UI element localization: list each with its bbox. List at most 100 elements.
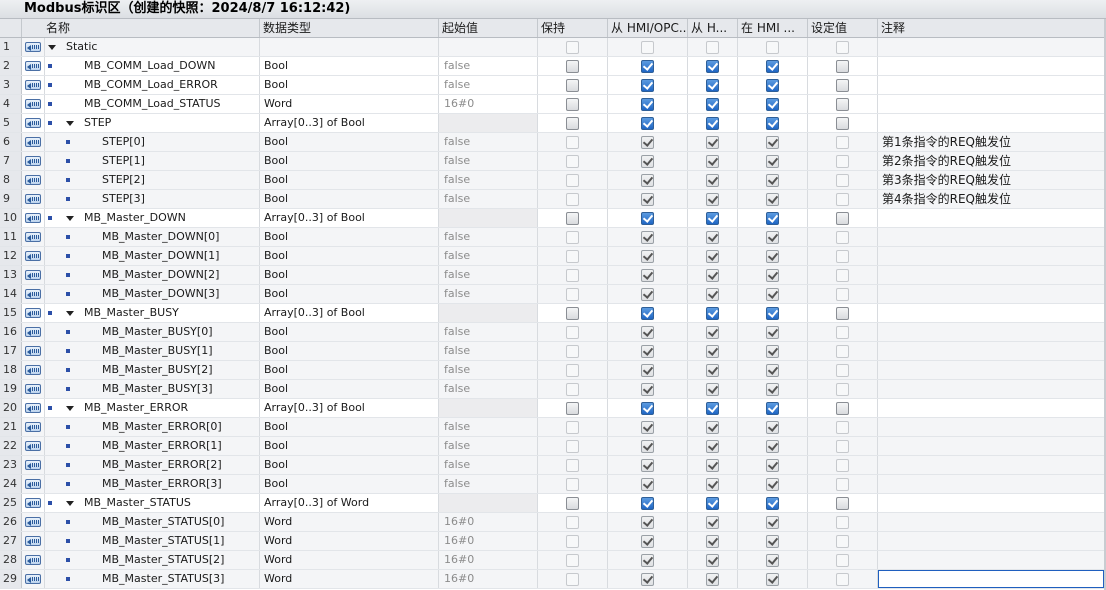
datatype-cell[interactable]: Bool bbox=[260, 266, 439, 284]
comment-cell[interactable] bbox=[878, 437, 1106, 455]
datatype-cell[interactable]: Array[0..3] of Bool bbox=[260, 304, 439, 322]
setpoint-checkbox[interactable] bbox=[836, 155, 849, 168]
setpoint-checkbox[interactable] bbox=[836, 136, 849, 149]
datatype-cell[interactable]: Bool bbox=[260, 133, 439, 151]
start-value-cell[interactable] bbox=[439, 399, 538, 417]
row-number[interactable]: 19 bbox=[0, 380, 22, 398]
column-header-datatype[interactable]: 数据类型 bbox=[260, 19, 439, 37]
hmi-visible-checkbox[interactable] bbox=[766, 383, 779, 396]
row-number[interactable]: 16 bbox=[0, 323, 22, 341]
hmi-access-checkbox[interactable] bbox=[641, 98, 654, 111]
table-row[interactable]: 28 MB_Master_STATUS[2] Word 16#0 bbox=[0, 551, 1106, 570]
setpoint-checkbox[interactable] bbox=[836, 288, 849, 301]
datatype-cell[interactable]: Bool bbox=[260, 247, 439, 265]
start-value-cell[interactable]: 16#0 bbox=[439, 551, 538, 569]
retain-checkbox[interactable] bbox=[566, 79, 579, 92]
setpoint-checkbox[interactable] bbox=[836, 269, 849, 282]
comment-cell[interactable] bbox=[878, 114, 1106, 132]
table-row[interactable]: 4 MB_COMM_Load_STATUS Word 16#0 bbox=[0, 95, 1106, 114]
hmi-write-checkbox[interactable] bbox=[706, 98, 719, 111]
retain-checkbox[interactable] bbox=[566, 383, 579, 396]
setpoint-checkbox[interactable] bbox=[836, 364, 849, 377]
datatype-cell[interactable]: Bool bbox=[260, 228, 439, 246]
name-cell[interactable]: MB_Master_BUSY[2] bbox=[45, 361, 260, 379]
retain-checkbox[interactable] bbox=[566, 212, 579, 225]
comment-cell[interactable] bbox=[878, 209, 1106, 227]
comment-cell[interactable] bbox=[878, 380, 1106, 398]
table-row[interactable]: 12 MB_Master_DOWN[1] Bool false bbox=[0, 247, 1106, 266]
datatype-cell[interactable]: Bool bbox=[260, 171, 439, 189]
row-number[interactable]: 10 bbox=[0, 209, 22, 227]
hmi-visible-checkbox[interactable] bbox=[766, 345, 779, 358]
name-cell[interactable]: MB_Master_DOWN[0] bbox=[45, 228, 260, 246]
hmi-visible-checkbox[interactable] bbox=[766, 98, 779, 111]
setpoint-checkbox[interactable] bbox=[836, 231, 849, 244]
table-row[interactable]: 1 Static bbox=[0, 38, 1106, 57]
datatype-cell[interactable]: Word bbox=[260, 513, 439, 531]
comment-cell[interactable] bbox=[878, 513, 1106, 531]
hmi-write-checkbox[interactable] bbox=[706, 554, 719, 567]
retain-checkbox[interactable] bbox=[566, 231, 579, 244]
table-row[interactable]: 13 MB_Master_DOWN[2] Bool false bbox=[0, 266, 1106, 285]
name-cell[interactable]: MB_Master_STATUS bbox=[45, 494, 260, 512]
datatype-cell[interactable]: Bool bbox=[260, 152, 439, 170]
start-value-cell[interactable]: false bbox=[439, 475, 538, 493]
setpoint-checkbox[interactable] bbox=[836, 193, 849, 206]
start-value-cell[interactable]: false bbox=[439, 76, 538, 94]
hmi-access-checkbox[interactable] bbox=[641, 212, 654, 225]
comment-cell[interactable] bbox=[878, 532, 1106, 550]
datatype-cell[interactable] bbox=[260, 38, 439, 56]
hmi-write-checkbox[interactable] bbox=[706, 212, 719, 225]
column-header-comment[interactable]: 注释 bbox=[878, 19, 1106, 37]
datatype-cell[interactable]: Bool bbox=[260, 418, 439, 436]
table-row[interactable]: 15 MB_Master_BUSY Array[0..3] of Bool bbox=[0, 304, 1106, 323]
name-cell[interactable]: MB_COMM_Load_DOWN bbox=[45, 57, 260, 75]
start-value-cell[interactable] bbox=[439, 114, 538, 132]
name-cell[interactable]: MB_Master_BUSY[1] bbox=[45, 342, 260, 360]
hmi-access-checkbox[interactable] bbox=[641, 402, 654, 415]
hmi-write-checkbox[interactable] bbox=[706, 516, 719, 529]
hmi-access-checkbox[interactable] bbox=[641, 269, 654, 282]
comment-cell[interactable]: 第4条指令的REQ触发位 bbox=[878, 190, 1106, 208]
setpoint-checkbox[interactable] bbox=[836, 345, 849, 358]
hmi-write-checkbox[interactable] bbox=[706, 459, 719, 472]
comment-cell[interactable] bbox=[878, 399, 1106, 417]
setpoint-checkbox[interactable] bbox=[836, 307, 849, 320]
start-value-cell[interactable]: false bbox=[439, 171, 538, 189]
setpoint-checkbox[interactable] bbox=[836, 573, 849, 586]
comment-cell[interactable] bbox=[878, 247, 1106, 265]
expand-arrow-icon[interactable] bbox=[66, 216, 74, 221]
comment-cell[interactable]: 第1条指令的REQ触发位 bbox=[878, 133, 1106, 151]
row-number[interactable]: 29 bbox=[0, 570, 22, 588]
hmi-visible-checkbox[interactable] bbox=[766, 307, 779, 320]
setpoint-checkbox[interactable] bbox=[836, 516, 849, 529]
row-number[interactable]: 13 bbox=[0, 266, 22, 284]
hmi-visible-checkbox[interactable] bbox=[766, 364, 779, 377]
hmi-write-checkbox[interactable] bbox=[706, 79, 719, 92]
start-value-cell[interactable]: false bbox=[439, 152, 538, 170]
row-number[interactable]: 22 bbox=[0, 437, 22, 455]
setpoint-checkbox[interactable] bbox=[836, 383, 849, 396]
name-cell[interactable]: MB_Master_STATUS[1] bbox=[45, 532, 260, 550]
retain-checkbox[interactable] bbox=[566, 459, 579, 472]
datatype-cell[interactable]: Bool bbox=[260, 76, 439, 94]
hmi-visible-checkbox[interactable] bbox=[766, 250, 779, 263]
setpoint-checkbox[interactable] bbox=[836, 497, 849, 510]
name-cell[interactable]: STEP[3] bbox=[45, 190, 260, 208]
hmi-access-checkbox[interactable] bbox=[641, 79, 654, 92]
hmi-access-checkbox[interactable] bbox=[641, 421, 654, 434]
setpoint-checkbox[interactable] bbox=[836, 459, 849, 472]
hmi-write-checkbox[interactable] bbox=[706, 231, 719, 244]
table-row[interactable]: 20 MB_Master_ERROR Array[0..3] of Bool bbox=[0, 399, 1106, 418]
setpoint-checkbox[interactable] bbox=[836, 212, 849, 225]
datatype-cell[interactable]: Bool bbox=[260, 437, 439, 455]
retain-checkbox[interactable] bbox=[566, 193, 579, 206]
hmi-visible-checkbox[interactable] bbox=[766, 402, 779, 415]
comment-cell[interactable] bbox=[878, 551, 1106, 569]
column-header-start-value[interactable]: 起始值 bbox=[439, 19, 538, 37]
datatype-cell[interactable]: Bool bbox=[260, 456, 439, 474]
column-header-hmi-visible[interactable]: 在 HMI ... bbox=[738, 19, 808, 37]
hmi-access-checkbox[interactable] bbox=[641, 136, 654, 149]
column-header-hmi-write[interactable]: 从 H... bbox=[688, 19, 738, 37]
start-value-cell[interactable]: false bbox=[439, 57, 538, 75]
